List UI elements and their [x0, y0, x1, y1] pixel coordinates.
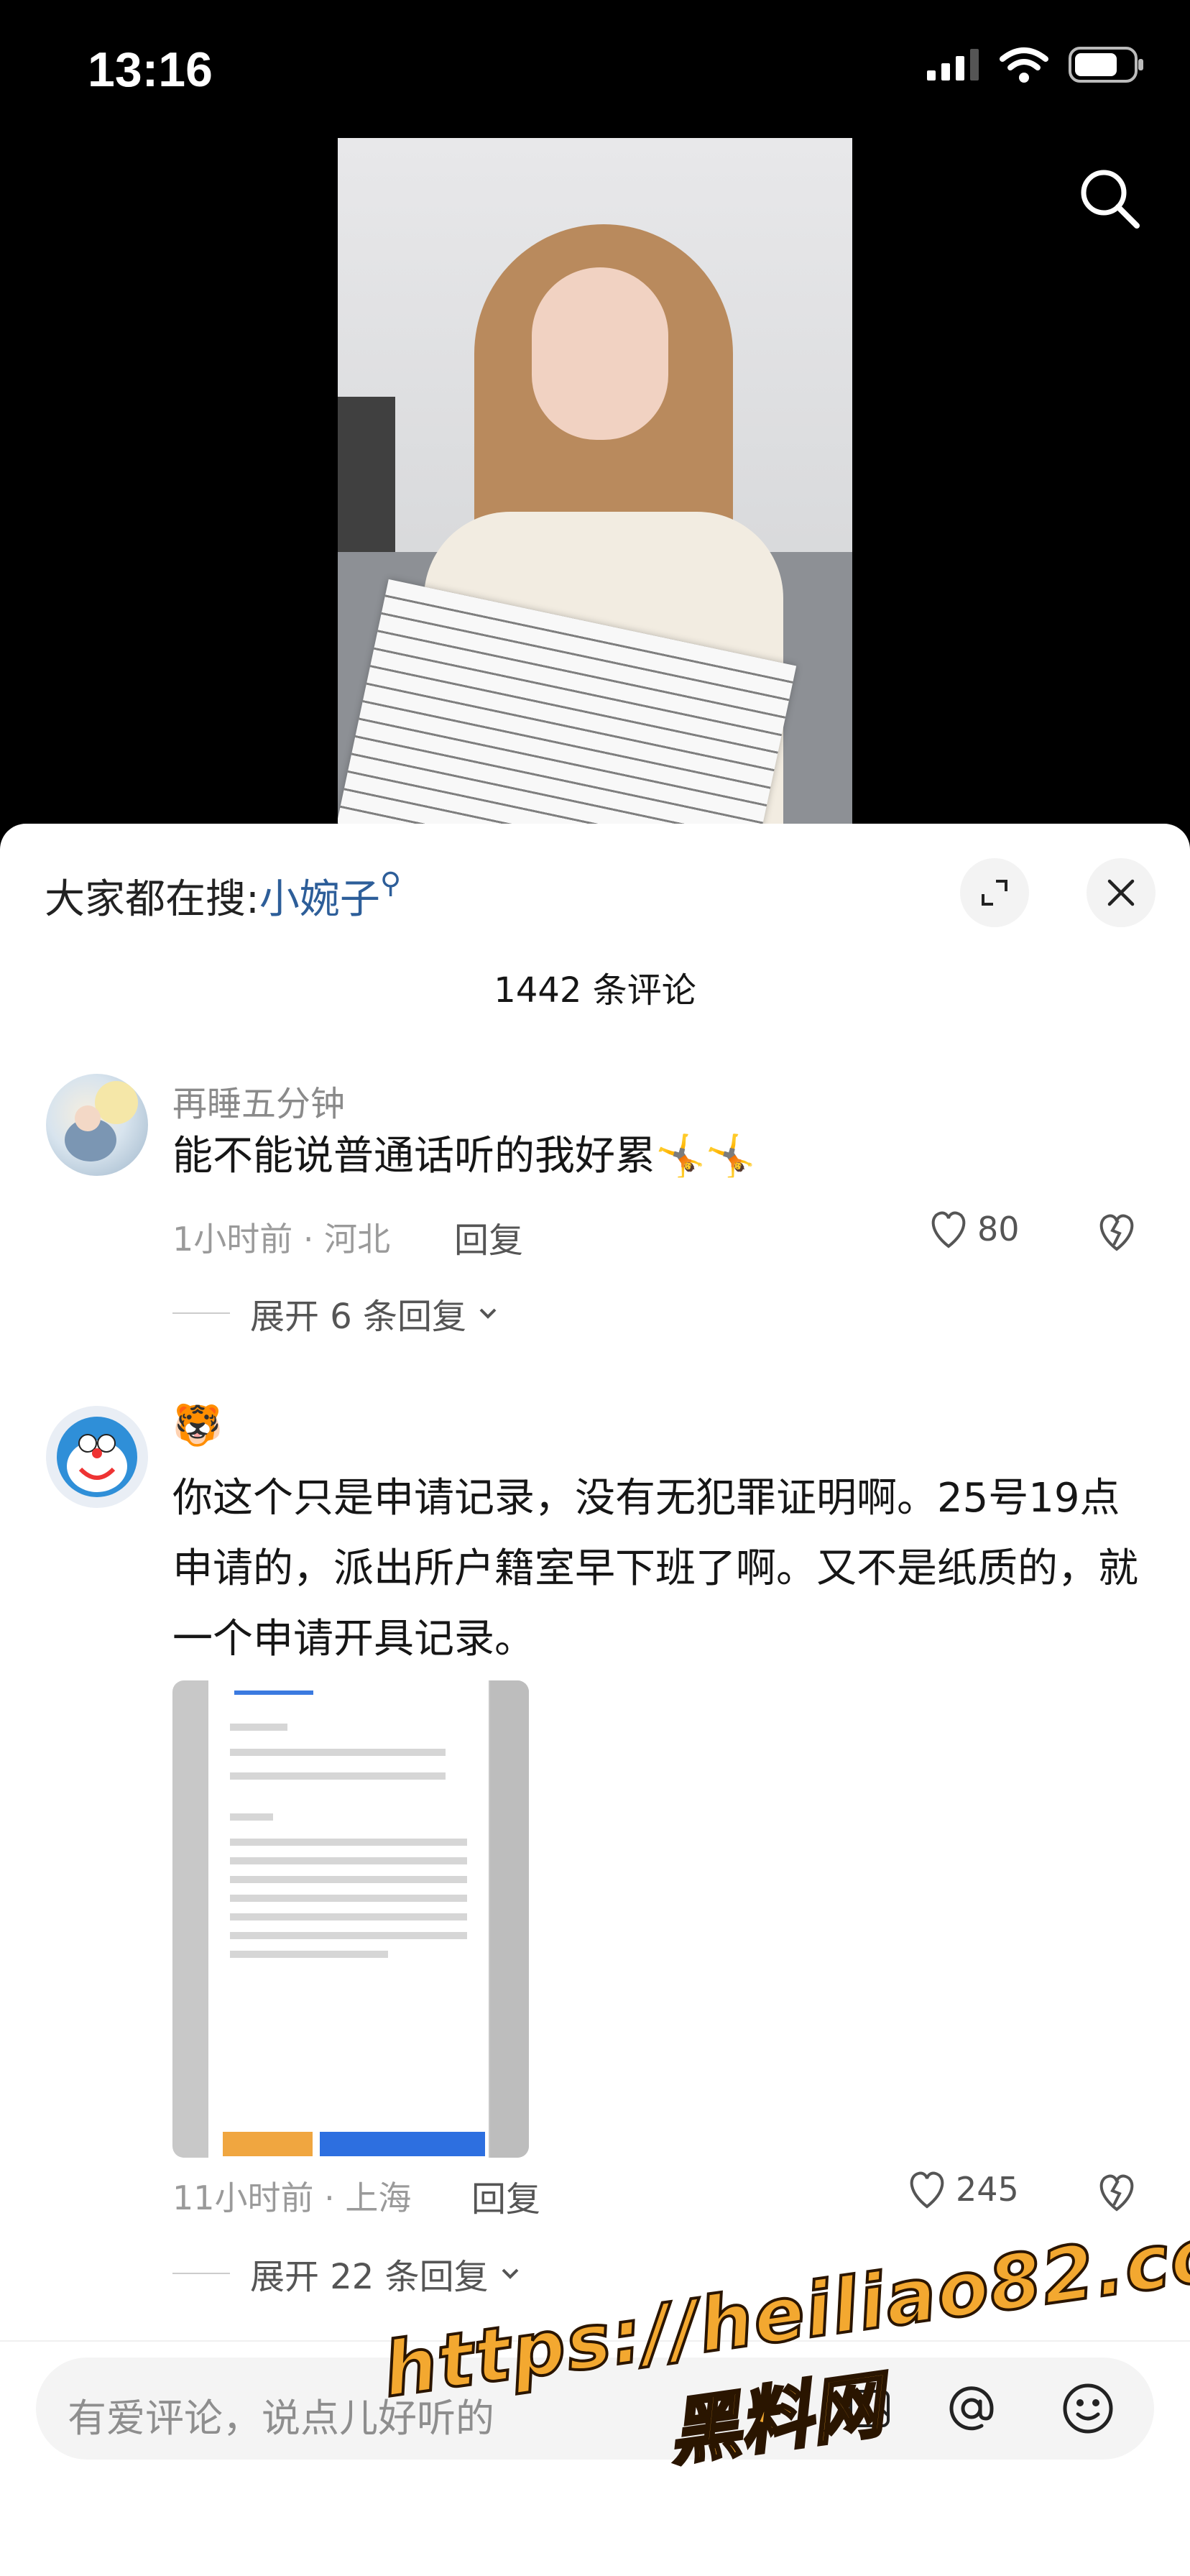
expand-replies-line	[172, 2273, 230, 2274]
comment-image-row	[230, 1895, 467, 1902]
wifi-icon	[1000, 47, 1048, 83]
avatar[interactable]	[46, 1406, 148, 1508]
comment-image-row	[230, 1913, 467, 1920]
comment-image[interactable]	[172, 1680, 529, 2158]
comment-image-row	[230, 1749, 446, 1756]
avatar-illustration	[65, 1081, 138, 1162]
search-icon	[1081, 170, 1140, 229]
expand-icon	[982, 880, 1007, 906]
comment-image-row	[230, 1724, 287, 1731]
comment-image-document	[208, 1680, 489, 2158]
heart-icon	[931, 1211, 966, 1248]
cellular-signal-icon	[927, 49, 979, 80]
comment-image-button-left	[223, 2132, 313, 2156]
comment-emoji: 🤸🤸	[655, 1133, 756, 1179]
comment-image-button-right	[320, 2132, 485, 2156]
hot-search-prefix: 大家都在搜:	[45, 876, 259, 923]
like-count: 245	[956, 2170, 1019, 2209]
comment-image-row	[230, 1951, 388, 1958]
comment-count: 1442 条评论	[494, 970, 696, 1011]
status-icons	[926, 46, 1145, 83]
expand-sheet-button[interactable]	[960, 858, 1029, 927]
expand-replies-line	[172, 1312, 230, 1314]
heart-icon	[910, 2171, 944, 2209]
comment-image-tab	[234, 1690, 313, 1695]
broken-heart-icon	[1099, 2174, 1134, 2212]
comment-text: 你这个只是申请记录，没有无犯罪证明啊。25号19点申请的，派出所户籍室早下班了啊…	[172, 1475, 1138, 1662]
comment-meta: 11小时前 · 上海	[172, 2179, 412, 2217]
comment-username[interactable]: 再睡五分钟	[172, 1075, 345, 1126]
broken-heart-icon	[1099, 1214, 1134, 1251]
small-search-icon: ⚲	[379, 867, 402, 900]
comment-image-sidebar	[490, 1680, 529, 2158]
chevron-down-icon	[479, 1308, 497, 1319]
comment-text-body: 能不能说普通话听的我好累	[172, 1133, 655, 1179]
reply-button[interactable]: 回复	[454, 1212, 523, 1262]
comment-image-row	[230, 1876, 467, 1883]
like-button[interactable]: 245	[905, 2169, 1019, 2209]
video-person-face	[532, 267, 668, 440]
battery-icon	[1069, 47, 1143, 83]
search-button[interactable]	[1076, 165, 1143, 231]
expand-replies-label: 展开 22 条回复	[250, 2257, 489, 2297]
comment-meta: 1小时前 · 河北	[172, 1220, 391, 1259]
status-time: 13:16	[88, 42, 213, 97]
expand-replies-button[interactable]: 展开 22 条回复	[172, 2248, 525, 2299]
status-bar: 13:16	[0, 0, 1190, 137]
expand-replies-label: 展开 6 条回复	[250, 1297, 467, 1337]
hot-search-keyword[interactable]: 小婉子	[259, 876, 380, 923]
dislike-button[interactable]	[1095, 2172, 1138, 2215]
avatar-illustration	[57, 1417, 137, 1497]
video-player[interactable]	[338, 138, 852, 825]
reply-button[interactable]: 回复	[471, 2171, 540, 2221]
close-sheet-button[interactable]	[1087, 858, 1156, 927]
comment-image-row	[230, 1839, 467, 1846]
comment-image-row	[230, 1932, 467, 1939]
chevron-down-icon	[502, 2268, 519, 2279]
avatar[interactable]	[46, 1074, 148, 1176]
comment-username[interactable]: 🐯	[172, 1402, 223, 1449]
comment-text: 能不能说普通话听的我好累🤸🤸	[172, 1121, 1135, 1192]
like-count: 80	[977, 1210, 1020, 1248]
expand-replies-button[interactable]: 展开 6 条回复	[172, 1288, 502, 1338]
hot-search[interactable]: 大家都在搜:小婉子⚲	[45, 867, 401, 925]
comment-image-row	[230, 1857, 467, 1864]
comment-image-row	[230, 1813, 273, 1821]
close-icon	[1107, 879, 1135, 906]
like-button[interactable]: 80	[927, 1209, 1020, 1249]
comment-image-row	[230, 1772, 446, 1780]
dislike-button[interactable]	[1095, 1212, 1138, 1255]
